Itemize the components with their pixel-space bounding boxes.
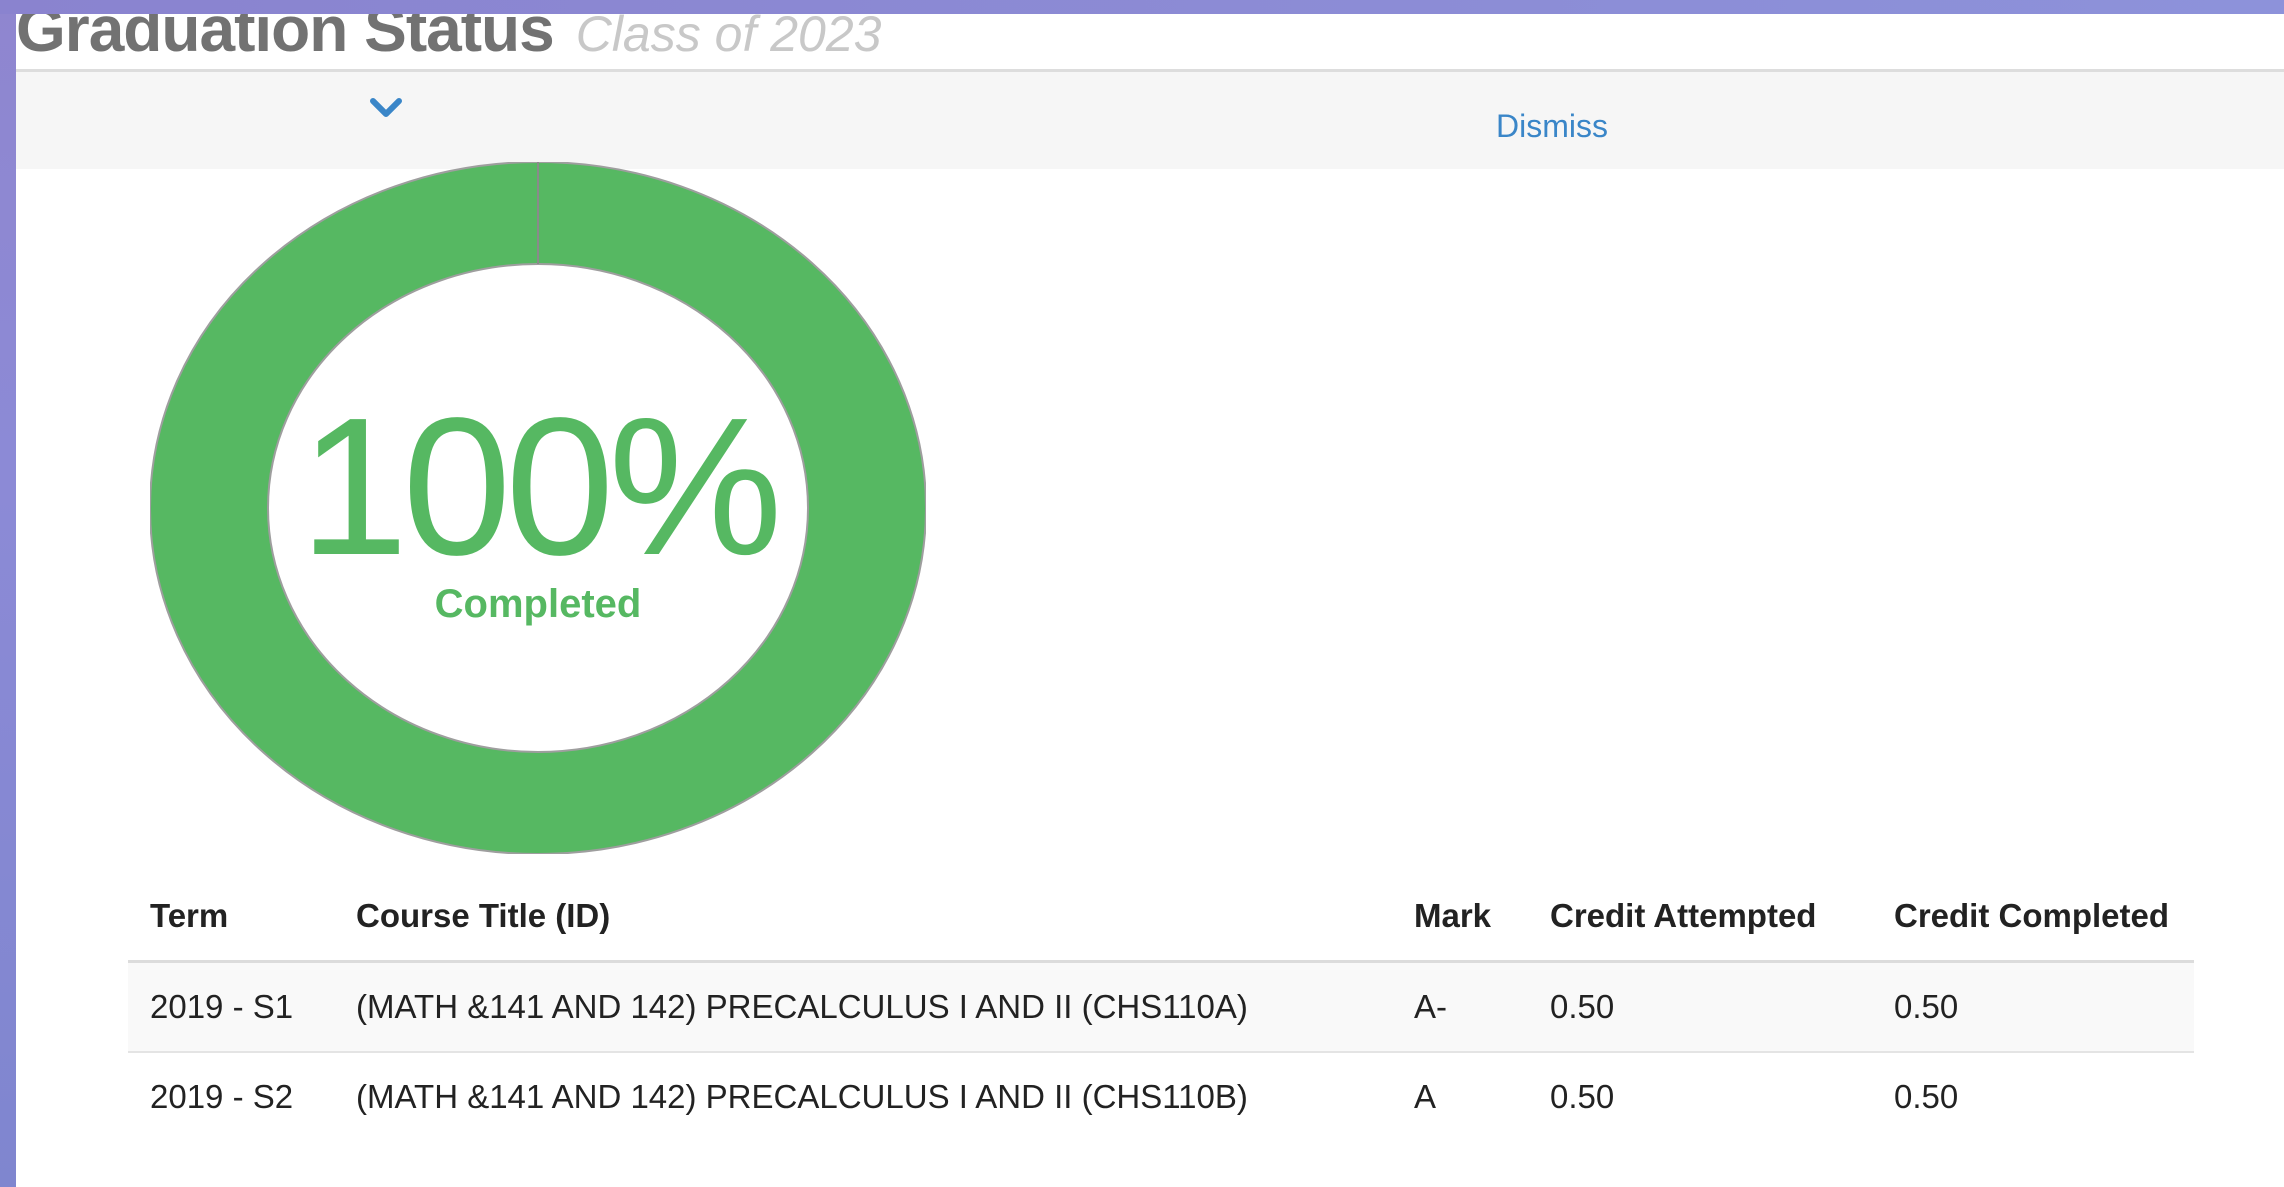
cell-course: (MATH &141 AND 142) PRECALCULUS I AND II… — [334, 1052, 1392, 1141]
cell-mark: A- — [1392, 961, 1528, 1053]
progress-donut: 100% Completed — [149, 161, 927, 855]
page-title: Graduation Status — [16, 14, 555, 65]
cell-term: 2019 - S2 — [128, 1052, 334, 1141]
cell-credit-completed: 0.50 — [1872, 1052, 2194, 1141]
column-header-credit-completed[interactable]: Credit Completed — [1872, 894, 2194, 963]
window-top-strip — [0, 0, 2284, 14]
cell-credit-attempted: 0.50 — [1528, 961, 1872, 1053]
table-row: 2019 - S1 (MATH &141 AND 142) PRECALCULU… — [128, 961, 2194, 1053]
table-header-row: Term Course Title (ID) Mark Credit Attem… — [128, 894, 2194, 963]
column-header-course[interactable]: Course Title (ID) — [334, 894, 1392, 963]
progress-status: Completed — [434, 582, 642, 626]
cell-mark: A — [1392, 1052, 1528, 1141]
toolbar: Dismiss — [16, 69, 2284, 169]
table-row: 2019 - S2 (MATH &141 AND 142) PRECALCULU… — [128, 1052, 2194, 1141]
column-header-credit-attempted[interactable]: Credit Attempted — [1528, 894, 1872, 963]
dismiss-link[interactable]: Dismiss — [1496, 108, 1608, 145]
courses-table: Term Course Title (ID) Mark Credit Attem… — [128, 894, 2194, 1141]
cell-credit-completed: 0.50 — [1872, 961, 2194, 1053]
cell-credit-attempted: 0.50 — [1528, 1052, 1872, 1141]
column-header-term[interactable]: Term — [128, 894, 334, 963]
progress-percent: 100% — [299, 377, 782, 596]
chevron-down-icon[interactable] — [368, 90, 404, 126]
column-header-mark[interactable]: Mark — [1392, 894, 1528, 963]
page-subtitle: Class of 2023 — [575, 14, 882, 62]
cell-term: 2019 - S1 — [128, 961, 334, 1053]
cell-course: (MATH &141 AND 142) PRECALCULUS I AND II… — [334, 961, 1392, 1053]
graduation-status-panel: Graduation Status Class of 2023 Dismiss 1… — [16, 14, 2284, 1187]
